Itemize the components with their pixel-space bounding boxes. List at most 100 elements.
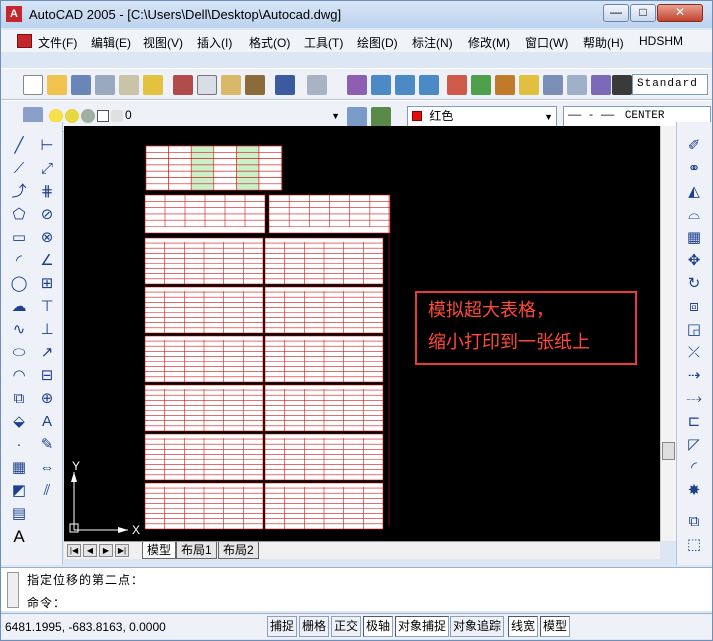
scroll-thumb[interactable] — [662, 442, 675, 460]
model-toggle[interactable]: 模型 — [540, 616, 571, 637]
next-tab-icon[interactable]: ▶ — [99, 544, 113, 557]
menu-file[interactable]: 文件(F) — [38, 34, 77, 51]
design-center-icon[interactable] — [471, 75, 491, 95]
layer-lock-icon[interactable] — [81, 109, 95, 123]
mirror-icon[interactable]: ◭ — [684, 182, 704, 202]
cut-icon[interactable] — [173, 75, 193, 95]
dimension-edit-icon[interactable]: A — [37, 412, 57, 432]
command-grip[interactable] — [7, 572, 19, 608]
last-tab-icon[interactable]: ▶| — [115, 544, 129, 557]
drawing-canvas[interactable]: 模拟超大表格， 缩小打印到一张纸上 Y X — [64, 126, 660, 541]
center-mark-icon[interactable]: ⊕ — [37, 389, 57, 409]
layer-on-icon[interactable] — [49, 109, 63, 123]
trim-icon[interactable]: ⤫ — [684, 343, 704, 363]
insert-block-icon[interactable]: ⧉ — [9, 389, 29, 409]
tab-layout2[interactable]: 布局2 — [218, 542, 259, 559]
first-tab-icon[interactable]: |◀ — [67, 544, 81, 557]
menu-help[interactable]: 帮助(H) — [583, 34, 624, 51]
paste-icon[interactable] — [221, 75, 241, 95]
tab-layout1[interactable]: 布局1 — [176, 542, 217, 559]
markup-icon[interactable] — [543, 75, 563, 95]
rectangle-icon[interactable]: ▭ — [9, 228, 29, 248]
vertical-scrollbar[interactable] — [660, 126, 676, 541]
polygon-icon[interactable]: ⬠ — [9, 205, 29, 225]
close-button[interactable]: ✕ — [657, 4, 703, 22]
region-icon[interactable]: ◩ — [9, 481, 29, 501]
snap-toggle[interactable]: 捕捉 — [267, 616, 298, 637]
quick-dimension-icon[interactable]: ⊞ — [37, 274, 57, 294]
menu-format[interactable]: 格式(O) — [249, 34, 290, 51]
zoom-window-icon[interactable] — [395, 75, 415, 95]
pan-icon[interactable] — [347, 75, 367, 95]
ellipse-icon[interactable]: ⬭ — [9, 343, 29, 363]
command-prompt[interactable]: 命令： — [27, 594, 66, 611]
copy-object-icon[interactable]: ⚭ — [684, 159, 704, 179]
menu-insert[interactable]: 插入(I) — [197, 34, 232, 51]
text-style-icon[interactable] — [612, 75, 632, 95]
multiline-text-icon[interactable]: A — [9, 527, 29, 547]
osnap-toggle[interactable]: 对象捕捉 — [395, 616, 450, 637]
break-at-point-icon[interactable]: ⤏ — [684, 389, 704, 409]
chamfer-icon[interactable]: ◸ — [684, 435, 704, 455]
rotate-icon[interactable]: ↻ — [684, 274, 704, 294]
layer-previous-icon[interactable] — [371, 107, 391, 127]
match-properties-icon[interactable] — [245, 75, 265, 95]
layer-color-icon[interactable] — [97, 110, 109, 122]
maximize-button[interactable]: □ — [630, 4, 656, 22]
document-icon[interactable] — [17, 34, 32, 48]
plot-preview-icon[interactable] — [119, 75, 139, 95]
hatch-icon[interactable]: ▦ — [9, 458, 29, 478]
table-icon[interactable]: ▤ — [9, 504, 29, 524]
zoom-previous-icon[interactable] — [419, 75, 439, 95]
undo-icon[interactable] — [275, 75, 295, 95]
dimension-text-edit-icon[interactable]: ✎ — [37, 435, 57, 455]
linear-dimension-icon[interactable]: ⊢ — [37, 136, 57, 156]
make-object-layer-current-icon[interactable] — [347, 107, 367, 127]
arc-icon[interactable]: ◜ — [9, 251, 29, 271]
quick-leader-icon[interactable]: ↗ — [37, 343, 57, 363]
calculator-icon[interactable] — [567, 75, 587, 95]
tool-palettes-icon[interactable] — [495, 75, 515, 95]
ortho-toggle[interactable]: 正交 — [331, 616, 362, 637]
angular-dimension-icon[interactable]: ∠ — [37, 251, 57, 271]
zoom-realtime-icon[interactable] — [371, 75, 391, 95]
draw-order-icon[interactable]: ⧉ — [684, 512, 704, 532]
menu-modify[interactable]: 修改(M) — [468, 34, 510, 51]
text-style-select[interactable]: Standard — [632, 74, 708, 95]
grid-toggle[interactable]: 栅格 — [299, 616, 330, 637]
menu-hdshm[interactable]: HDSHM — [639, 34, 683, 48]
otrack-toggle[interactable]: 对象追踪 — [450, 616, 505, 637]
continue-dimension-icon[interactable]: ⊥ — [37, 320, 57, 340]
menu-window[interactable]: 窗口(W) — [525, 34, 568, 51]
menu-tools[interactable]: 工具(T) — [304, 34, 343, 51]
publish-icon[interactable] — [143, 75, 163, 95]
menu-draw[interactable]: 绘图(D) — [357, 34, 398, 51]
baseline-dimension-icon[interactable]: ⊤ — [37, 297, 57, 317]
save-icon[interactable] — [71, 75, 91, 95]
circle-icon[interactable]: ◯ — [9, 274, 29, 294]
copy-icon[interactable] — [197, 75, 217, 95]
sheet-set-icon[interactable] — [519, 75, 539, 95]
array-icon[interactable]: ▦ — [684, 228, 704, 248]
extend-icon[interactable]: ⇢ — [684, 366, 704, 386]
color-select[interactable]: 红色 ▼ — [407, 106, 557, 127]
radius-dimension-icon[interactable]: ⊘ — [37, 205, 57, 225]
menu-dimension[interactable]: 标注(N) — [412, 34, 453, 51]
construction-line-icon[interactable]: ⟋ — [9, 159, 29, 179]
aligned-dimension-icon[interactable]: ⤢ — [37, 159, 57, 179]
scale-icon[interactable]: ⧈ — [684, 297, 704, 317]
group-icon[interactable]: ⬚ — [684, 535, 704, 555]
layer-freeze-icon[interactable] — [65, 109, 79, 123]
ordinate-dimension-icon[interactable]: ⋕ — [37, 182, 57, 202]
polyline-icon[interactable]: ⤴ — [9, 182, 29, 202]
spline-icon[interactable]: ∿ — [9, 320, 29, 340]
line-icon[interactable]: ╱ — [9, 136, 29, 156]
open-file-icon[interactable] — [47, 75, 67, 95]
explode-icon[interactable]: ✸ — [684, 481, 704, 501]
prev-tab-icon[interactable]: ◀ — [83, 544, 97, 557]
help-icon[interactable] — [591, 75, 611, 95]
diameter-dimension-icon[interactable]: ⊗ — [37, 228, 57, 248]
tolerance-icon[interactable]: ⊟ — [37, 366, 57, 386]
offset-icon[interactable]: ⌓ — [684, 205, 704, 225]
lineweight-toggle[interactable]: 线宽 — [508, 616, 539, 637]
